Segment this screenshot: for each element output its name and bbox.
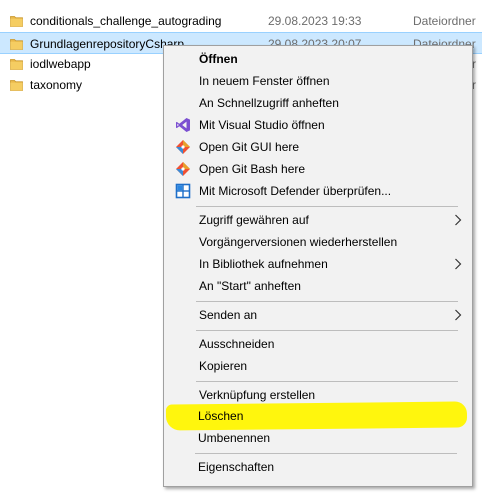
file-name: iodlwebapp <box>30 57 91 71</box>
menu-label: Umbenennen <box>198 431 271 445</box>
menu-label: Eigenschaften <box>198 460 275 474</box>
file-name: GrundlagenrepositoryCsharp <box>30 37 185 51</box>
menu-item-delete[interactable]: Löschen <box>165 405 469 427</box>
file-name: taxonomy <box>30 78 83 92</box>
file-name: conditionals_challenge_autograding <box>30 14 222 28</box>
file-row[interactable]: conditionals_challenge_autograding 29.08… <box>0 10 482 32</box>
context-menu-lower: Löschen Umbenennen Eigenschaften <box>163 45 473 487</box>
folder-icon <box>10 59 23 70</box>
folder-icon <box>10 16 23 27</box>
file-type: Dateiordner <box>413 14 476 28</box>
file-explorer: conditionals_challenge_autograding 29.08… <box>0 0 482 497</box>
folder-icon <box>10 39 23 50</box>
folder-icon <box>10 80 23 91</box>
menu-item-properties[interactable]: Eigenschaften <box>165 456 469 478</box>
menu-item-rename[interactable]: Umbenennen <box>165 427 469 449</box>
file-date: 29.08.2023 19:33 <box>268 14 362 28</box>
menu-label: Löschen <box>198 409 244 423</box>
menu-separator <box>195 453 457 454</box>
